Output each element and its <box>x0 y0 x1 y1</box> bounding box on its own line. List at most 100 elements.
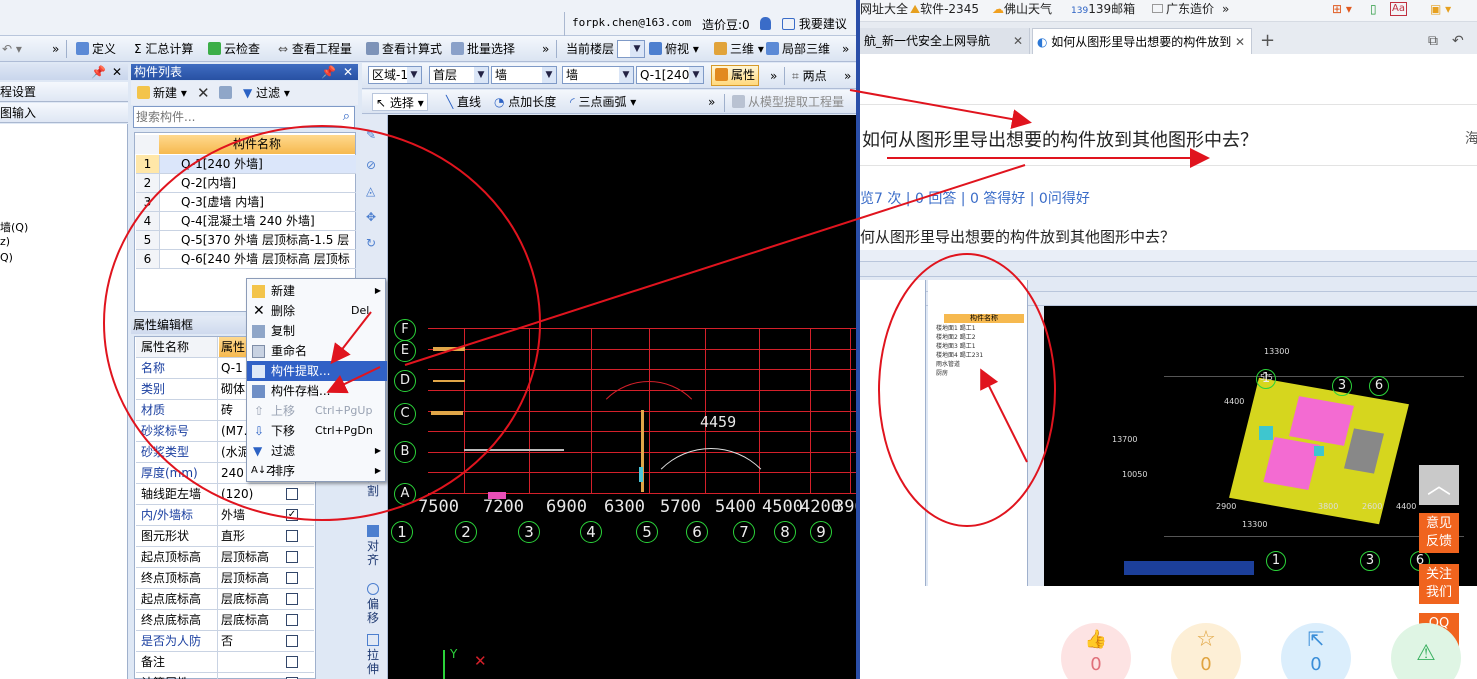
table-row[interactable]: 2 Q-2[内墙] <box>136 174 356 193</box>
new-tab-button[interactable]: + <box>1260 28 1275 54</box>
toolbar-overflow-icon[interactable]: » <box>842 40 849 58</box>
menu-item-sort[interactable]: A↓Z 排序 ▶ <box>247 461 387 481</box>
property-value[interactable]: 层顶标高 <box>221 547 283 567</box>
wall-segment[interactable] <box>464 449 564 451</box>
nav-drawing-input[interactable]: 图输入 <box>0 103 128 123</box>
category-dropdown[interactable]: 墙 ▼ <box>491 66 557 84</box>
component-dropdown[interactable]: Q-1[240 : ▼ <box>636 66 704 84</box>
undo-icon[interactable]: ↶ ▾ <box>2 40 22 58</box>
property-checkbox[interactable] <box>286 593 298 605</box>
property-row[interactable]: 轴线距左墙 (120) <box>136 484 314 505</box>
close-icon[interactable]: ✕ <box>1013 28 1023 54</box>
grid-row-label[interactable]: C <box>394 403 416 425</box>
toolbar-overflow-icon[interactable]: » <box>770 67 777 85</box>
grid-column-bubble[interactable]: 3 <box>518 521 540 543</box>
bookmark-item[interactable]: ⛰软件-2345 <box>910 0 979 18</box>
align-tool[interactable]: 对齐 <box>363 525 383 567</box>
grid-column-bubble[interactable]: 1 <box>391 521 413 543</box>
arc-dimension[interactable] <box>640 448 782 590</box>
wall-segment[interactable] <box>433 347 465 351</box>
grid-row-label[interactable]: F <box>394 319 416 341</box>
grid-row-label[interactable]: D <box>394 370 416 392</box>
bookmark-item[interactable]: ☁佛山天气 <box>992 0 1052 18</box>
extension-icon[interactable]: ▣ ▾ <box>1430 0 1451 18</box>
property-checkbox[interactable] <box>286 635 298 647</box>
grid-column-bubble[interactable]: 4 <box>580 521 602 543</box>
property-checkbox[interactable] <box>286 614 298 626</box>
properties-button[interactable]: 属性 <box>711 65 760 86</box>
property-row[interactable]: 起点顶标高 层顶标高 <box>136 547 314 568</box>
cloud-check-button[interactable]: 云检查 <box>208 40 260 58</box>
property-checkbox[interactable] <box>286 572 298 584</box>
toolbar-overflow-icon[interactable]: » <box>542 40 549 58</box>
batch-select-button[interactable]: 批量选择 <box>451 40 515 58</box>
line-button[interactable]: ╲ 直线 <box>446 93 481 111</box>
type-dropdown[interactable]: 墙 ▼ <box>562 66 634 84</box>
user-email[interactable]: forpk.chen@163.com <box>572 16 691 29</box>
three-point-arc-button[interactable]: ◜ 三点画弧 ▾ <box>570 93 636 111</box>
region-dropdown[interactable]: 区域-1 ▼ <box>368 66 422 84</box>
property-row[interactable]: 计算属性 <box>136 673 314 679</box>
grid-column-bubble[interactable]: 9 <box>810 521 832 543</box>
tree-item[interactable]: 墙(Q) <box>0 219 28 235</box>
property-checkbox[interactable] <box>286 530 298 542</box>
triangle-icon[interactable]: ◬ <box>366 184 382 198</box>
grid-row-label[interactable]: A <box>394 483 416 505</box>
filter-button[interactable]: ▼ 过滤 ▾ <box>243 84 290 102</box>
property-checkbox[interactable] <box>286 551 298 563</box>
table-row[interactable]: 3 Q-3[虚墙 内墙] <box>136 193 356 212</box>
property-row[interactable]: 内/外墙标 外墙 ✓ <box>136 505 314 526</box>
view-formula-button[interactable]: 查看计算式 <box>366 40 442 58</box>
current-floor-button[interactable]: 当前楼层 <box>566 40 614 58</box>
wall-segment[interactable] <box>431 411 463 415</box>
property-value[interactable]: (120) <box>221 484 283 504</box>
bell-icon[interactable] <box>760 17 771 30</box>
delete-icon[interactable]: ✕ <box>197 84 210 102</box>
bookmark-item[interactable]: 网址大全 <box>860 0 908 18</box>
drawing-canvas[interactable]: 4459 FEDCBA 1 2 3 4 5 6 7 8 9 7500 7200 6900 6300 570… <box>388 115 856 679</box>
apps-icon[interactable]: ⊞ ▾ <box>1332 0 1352 18</box>
property-checkbox[interactable] <box>286 656 298 668</box>
new-component-button[interactable]: 新建 ▾ <box>137 84 187 102</box>
toolbar-overflow-icon[interactable]: » <box>844 67 851 85</box>
close-icon[interactable]: ✕ <box>112 64 122 80</box>
menu-item-filter[interactable]: ▼ 过滤 ▶ <box>247 441 387 461</box>
like-button[interactable]: 👍 0 <box>1061 623 1131 679</box>
grid-column-bubble[interactable]: 7 <box>733 521 755 543</box>
tab-question[interactable]: ◐ 如何从图形里导出想要的构件放到 ✕ <box>1032 28 1252 54</box>
table-row[interactable]: 1 Q-1[240 外墙] <box>136 155 356 174</box>
pin-icon[interactable]: 📌 <box>321 64 336 80</box>
property-row[interactable]: 终点顶标高 层顶标高 <box>136 568 314 589</box>
close-icon[interactable]: ✕ <box>1235 29 1245 55</box>
menu-item-new[interactable]: 新建 ▶ <box>247 281 387 301</box>
table-row[interactable]: 5 Q-5[370 外墙 层顶标高-1.5 层 <box>136 231 356 250</box>
follow-us-button[interactable]: 关注我们 <box>1419 564 1459 604</box>
property-value[interactable]: 层顶标高 <box>221 568 283 588</box>
nav-project-settings[interactable]: 程设置 <box>0 82 128 102</box>
property-value[interactable]: 否 <box>221 631 283 651</box>
two-points-button[interactable]: ⌗ 两点 <box>792 67 827 85</box>
property-row[interactable]: 图元形状 直形 <box>136 526 314 547</box>
property-row[interactable]: 备注 <box>136 652 314 673</box>
top-view-button[interactable]: 俯视 ▾ <box>649 40 699 58</box>
book-icon[interactable]: ▯ <box>1370 0 1377 18</box>
wall-segment[interactable] <box>433 380 465 382</box>
grid-row-label[interactable]: B <box>394 441 416 463</box>
search-icon[interactable]: ⌕ <box>343 109 350 124</box>
tree-item[interactable]: z) <box>0 235 10 248</box>
pencil-icon[interactable]: ✎ <box>366 128 382 142</box>
local-3d-button[interactable]: 局部三维 <box>766 40 830 58</box>
menu-item-rename[interactable]: 重命名 <box>247 341 387 361</box>
menu-item-save[interactable]: 构件存档... <box>247 381 387 401</box>
table-row[interactable]: 4 Q-4[混凝土墙 240 外墙] <box>136 212 356 231</box>
bookmark-item[interactable]: 139139邮箱 <box>1071 0 1135 18</box>
property-value[interactable]: 层底标高 <box>221 589 283 609</box>
back-to-top-button[interactable]: ︿ <box>1419 465 1459 505</box>
suggest-button[interactable]: 我要建议 <box>782 15 847 32</box>
offset-tool[interactable]: 偏移 <box>363 583 383 625</box>
tab-navigation[interactable]: 航_新一代安全上网导航 ✕ <box>860 28 1030 54</box>
property-checkbox[interactable]: ✓ <box>286 509 298 521</box>
menu-item-extract[interactable]: 构件提取... <box>247 361 387 381</box>
grid-column-bubble[interactable]: 8 <box>774 521 796 543</box>
extract-from-model-button[interactable]: 从模型提取工程量 <box>732 93 844 111</box>
